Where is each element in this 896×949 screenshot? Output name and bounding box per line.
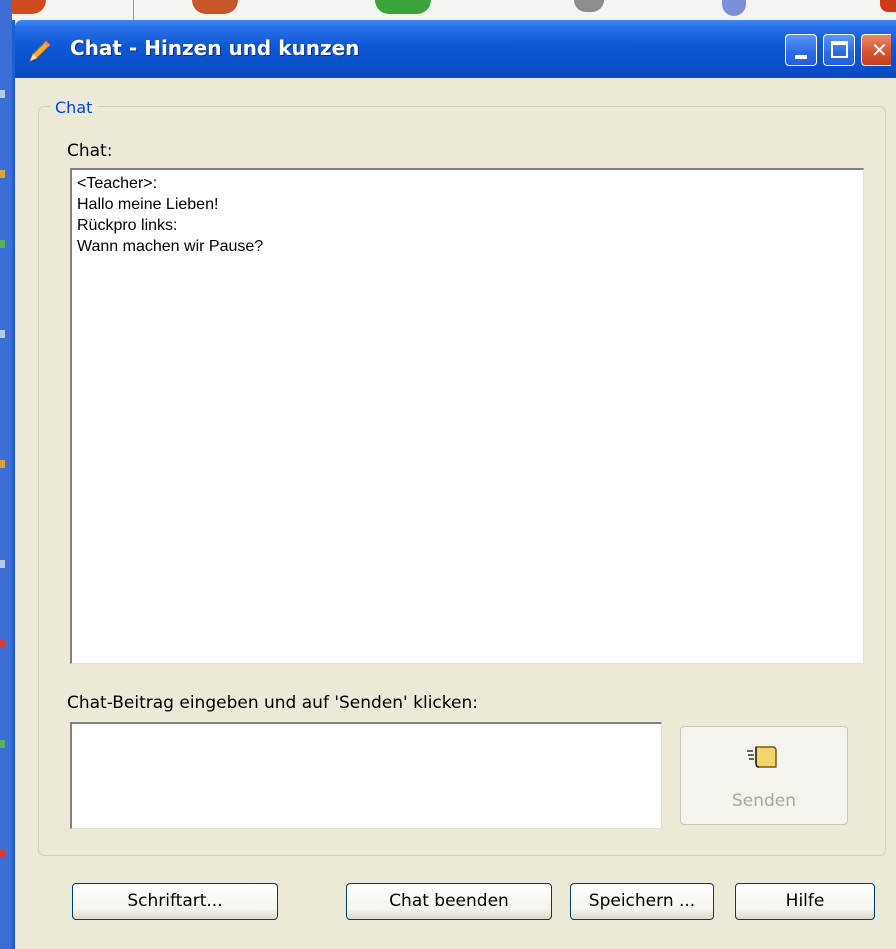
orange-toolbar-icon (192, 0, 238, 14)
chat-log-line: Hallo meine Lieben! (77, 196, 219, 213)
font-button[interactable]: Schriftart... (72, 883, 278, 920)
desktop-edge-tick (0, 170, 5, 178)
window-title: Chat - Hinzen und kunzen (70, 36, 360, 60)
desktop-edge (0, 0, 12, 949)
pencil-icon (29, 40, 51, 62)
desktop-edge-tick (0, 240, 5, 248)
minimize-icon (795, 55, 807, 59)
chat-log-line: Wann machen wir Pause? (77, 238, 264, 255)
desktop-edge-tick (0, 90, 5, 98)
grey-toolbar-icon (574, 0, 604, 12)
chat-log-line: <Teacher>: (77, 175, 158, 192)
chat-log-label: Chat: (67, 141, 113, 161)
send-button-label: Senden (731, 791, 797, 811)
background-toolbar (0, 0, 896, 20)
desktop-edge-tick (0, 560, 5, 568)
maximize-button[interactable] (823, 34, 855, 66)
group-legend: Chat (50, 98, 98, 118)
close-icon: ✕ (871, 38, 888, 62)
notepad-send-icon (747, 746, 777, 768)
end-chat-button[interactable]: Chat beenden (346, 883, 552, 920)
title-bar[interactable]: Chat - Hinzen und kunzen ✕ (15, 20, 896, 78)
desktop-edge-tick (0, 330, 5, 338)
compose-label: Chat-Beitrag eingeben und auf 'Senden' k… (67, 693, 478, 713)
blue-toolbar-icon (722, 0, 746, 16)
save-button[interactable]: Speichern ... (570, 883, 714, 920)
help-button[interactable]: Hilfe (735, 883, 875, 920)
desktop-edge-tick (0, 740, 5, 748)
desktop-edge-tick (0, 850, 5, 858)
send-button[interactable]: Senden (680, 726, 848, 825)
desktop-edge-tick (0, 640, 5, 648)
chat-log[interactable]: <Teacher>: Hallo meine Lieben! Rückpro l… (70, 168, 864, 664)
green-toolbar-icon (375, 0, 431, 14)
chat-log-line: Rückpro links: (77, 217, 178, 234)
maximize-icon (831, 41, 848, 58)
minimize-button[interactable] (785, 34, 817, 66)
toolbar-divider (133, 0, 134, 20)
red-corner-icon (880, 0, 896, 12)
message-input[interactable] (70, 722, 662, 829)
close-button[interactable]: ✕ (861, 34, 891, 66)
desktop-edge-tick (0, 460, 5, 468)
